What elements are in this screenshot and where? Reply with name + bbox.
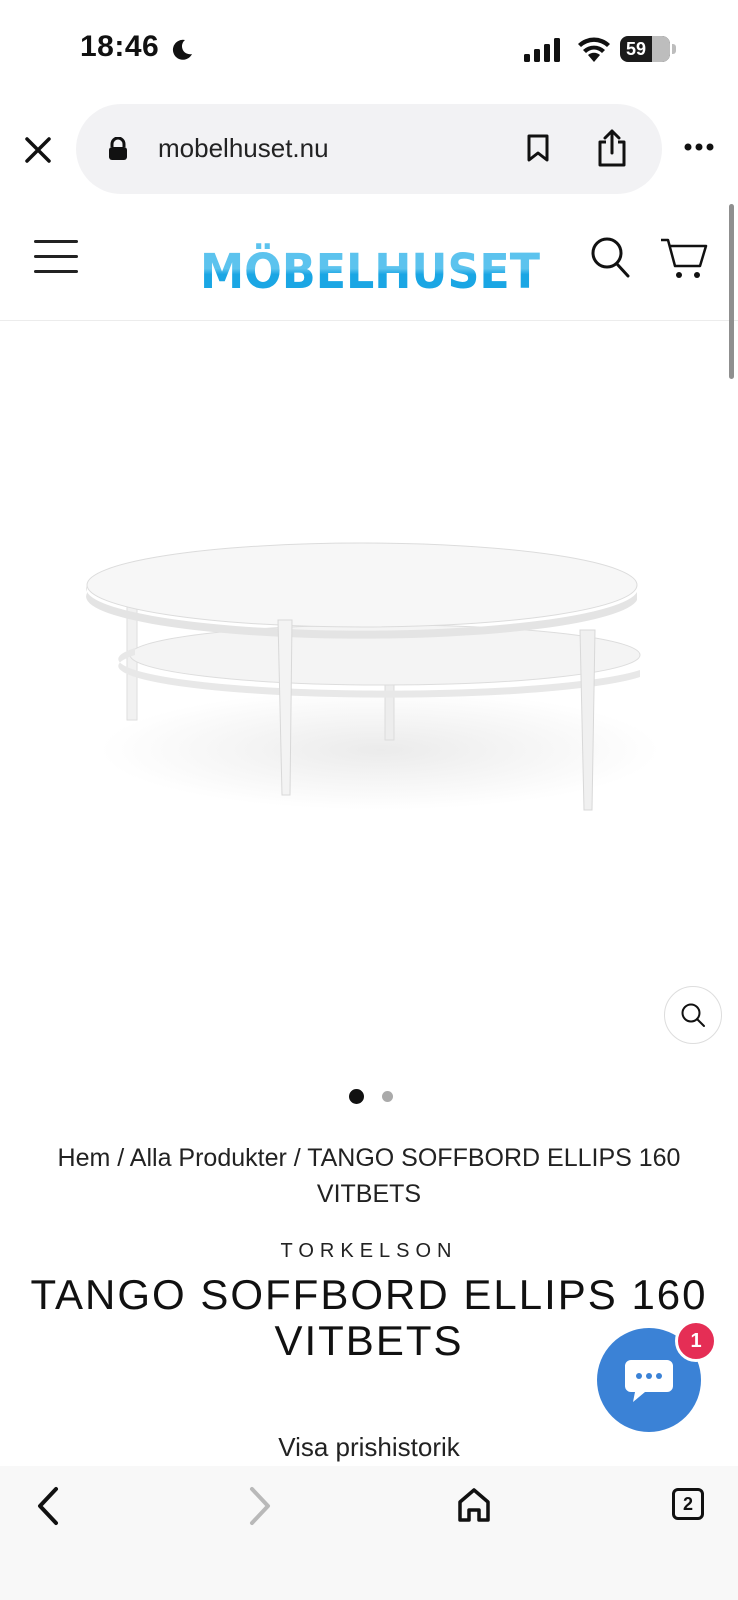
site-logo[interactable]: MÖBELHUSET xyxy=(195,236,545,300)
product-image[interactable] xyxy=(80,530,660,840)
breadcrumb-current: TANGO SOFFBORD ELLIPS 160 VITBETS xyxy=(307,1144,681,1208)
page-scrollbar[interactable] xyxy=(729,204,734,379)
back-icon[interactable] xyxy=(32,1486,64,1526)
menu-icon xyxy=(34,240,78,243)
signal-icon xyxy=(524,38,560,62)
zoom-icon xyxy=(681,1003,705,1027)
tabs-button[interactable]: 2 xyxy=(672,1488,704,1520)
moon-icon xyxy=(172,39,192,60)
battery-icon: 59 xyxy=(620,36,670,62)
carousel-dot[interactable] xyxy=(382,1091,393,1102)
breadcrumb-separator: / xyxy=(110,1144,130,1172)
menu-icon-line xyxy=(34,255,78,258)
header-divider xyxy=(0,320,738,321)
close-tab-button[interactable] xyxy=(18,130,58,170)
menu-icon-line xyxy=(34,270,78,273)
chat-notification-badge: 1 xyxy=(675,1320,717,1362)
bookmark-icon[interactable] xyxy=(526,134,550,162)
url-text[interactable]: mobelhuset.nu xyxy=(158,133,329,164)
more-icon[interactable] xyxy=(684,143,714,151)
status-time: 18:46 xyxy=(80,30,160,63)
cart-icon[interactable] xyxy=(660,236,708,280)
breadcrumb-link-all-products[interactable]: Alla Produkter xyxy=(130,1144,287,1172)
battery-tip xyxy=(672,44,676,54)
breadcrumb-separator: / xyxy=(286,1144,308,1172)
close-icon xyxy=(25,137,51,163)
carousel-dot-active[interactable] xyxy=(349,1089,364,1104)
search-icon[interactable] xyxy=(590,236,630,278)
home-icon[interactable] xyxy=(456,1486,492,1524)
wifi-icon xyxy=(578,37,610,62)
menu-button[interactable] xyxy=(34,240,78,285)
browser-toolbar xyxy=(0,1466,738,1600)
breadcrumb: Hem / Alla Produkter / TANGO SOFFBORD EL… xyxy=(20,1140,718,1212)
lock-icon xyxy=(109,137,127,160)
battery-level: 59 xyxy=(626,38,647,59)
forward-icon[interactable] xyxy=(244,1486,276,1526)
product-brand[interactable]: TORKELSON xyxy=(0,1240,738,1263)
logo-text: MÖBELHUSET xyxy=(200,243,540,300)
chat-icon xyxy=(625,1360,673,1402)
zoom-button[interactable] xyxy=(664,986,722,1044)
share-icon[interactable] xyxy=(596,128,628,168)
breadcrumb-link-home[interactable]: Hem xyxy=(58,1144,111,1172)
price-history-link[interactable]: Visa prishistorik xyxy=(0,1432,738,1463)
logo-graphic: MÖBELHUSET xyxy=(200,243,540,300)
